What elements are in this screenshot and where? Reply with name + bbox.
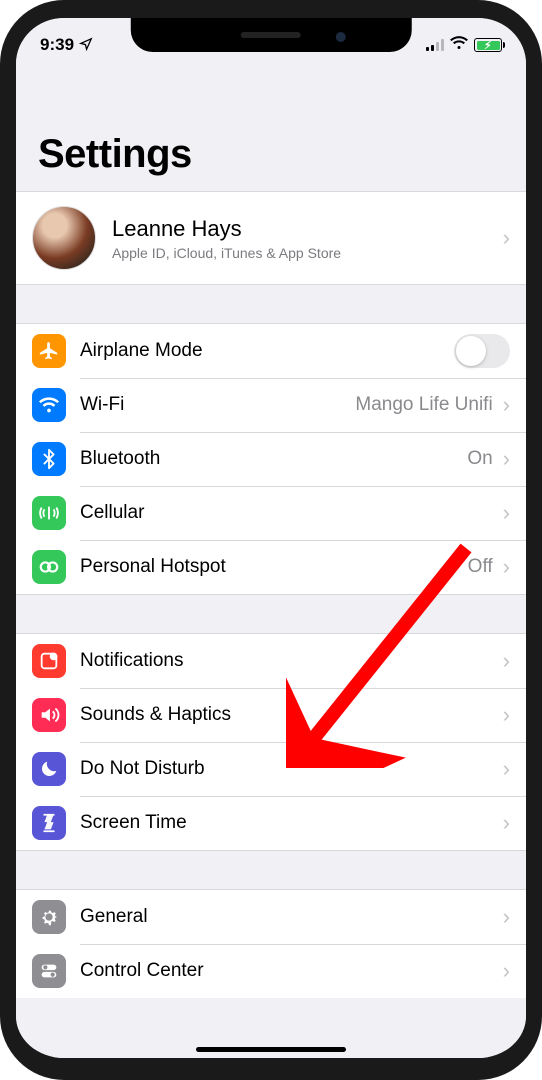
bluetooth-value: On [467,448,492,470]
chevron-right-icon: › [503,554,510,580]
wifi-label: Wi-Fi [80,394,355,416]
profile-subtitle: Apple ID, iCloud, iTunes & App Store [112,245,501,261]
chevron-right-icon: › [503,446,510,472]
airplane-mode-label: Airplane Mode [80,340,454,362]
chevron-right-icon: › [503,392,510,418]
screentime-icon [32,806,66,840]
chevron-right-icon: › [503,500,510,526]
control-center-label: Control Center [80,960,501,982]
notifications-label: Notifications [80,650,501,672]
chevron-right-icon: › [503,648,510,674]
hotspot-label: Personal Hotspot [80,556,468,578]
hotspot-value: Off [468,556,493,578]
wifi-value: Mango Life Unifi [355,394,492,416]
profile-group: Leanne Hays Apple ID, iCloud, iTunes & A… [16,191,526,285]
screen-time-label: Screen Time [80,812,501,834]
home-indicator[interactable] [196,1047,346,1052]
sounds-icon [32,698,66,732]
airplane-icon [32,334,66,368]
screen-time-row[interactable]: Screen Time › [16,796,526,850]
wifi-row[interactable]: Wi-Fi Mango Life Unifi › [16,378,526,432]
notifications-row[interactable]: Notifications › [16,634,526,688]
connectivity-group: Airplane Mode Wi-Fi Mango Life Unifi › B… [16,323,526,595]
profile-name: Leanne Hays [112,216,501,242]
group-spacer [16,285,526,323]
bluetooth-icon [32,442,66,476]
page-title: Settings [16,62,526,191]
bluetooth-label: Bluetooth [80,448,467,470]
general-row[interactable]: General › [16,890,526,944]
chevron-right-icon: › [503,225,510,251]
chevron-right-icon: › [503,958,510,984]
status-right: ⚡︎ [426,35,502,55]
wifi-icon [32,388,66,422]
chevron-right-icon: › [503,810,510,836]
cellular-label: Cellular [80,502,501,524]
status-left: 9:39 [40,35,93,55]
chevron-right-icon: › [503,756,510,782]
chevron-right-icon: › [503,904,510,930]
bluetooth-row[interactable]: Bluetooth On › [16,432,526,486]
wifi-status-icon [450,35,468,55]
cellular-signal-icon [426,39,444,51]
system-group: General › Control Center › [16,889,526,998]
control-icon [32,954,66,988]
notifications-icon [32,644,66,678]
alerts-group: Notifications › Sounds & Haptics › Do No… [16,633,526,851]
sounds-haptics-label: Sounds & Haptics [80,704,501,726]
phone-notch [131,18,412,52]
do-not-disturb-row[interactable]: Do Not Disturb › [16,742,526,796]
chevron-right-icon: › [503,702,510,728]
phone-frame: 9:39 ⚡︎ Settings [0,0,542,1080]
hotspot-row[interactable]: Personal Hotspot Off › [16,540,526,594]
control-center-row[interactable]: Control Center › [16,944,526,998]
cellular-icon [32,496,66,530]
battery-charging-icon: ⚡︎ [474,38,502,52]
general-label: General [80,906,501,928]
status-time: 9:39 [40,35,74,55]
apple-id-row[interactable]: Leanne Hays Apple ID, iCloud, iTunes & A… [16,192,526,284]
hotspot-icon [32,550,66,584]
general-icon [32,900,66,934]
location-services-icon [79,37,93,54]
airplane-mode-toggle[interactable] [454,334,510,368]
do-not-disturb-label: Do Not Disturb [80,758,501,780]
avatar [32,206,96,270]
airplane-mode-row[interactable]: Airplane Mode [16,324,526,378]
cellular-row[interactable]: Cellular › [16,486,526,540]
dnd-icon [32,752,66,786]
group-spacer [16,851,526,889]
group-spacer [16,595,526,633]
screen: 9:39 ⚡︎ Settings [16,18,526,1058]
sounds-haptics-row[interactable]: Sounds & Haptics › [16,688,526,742]
